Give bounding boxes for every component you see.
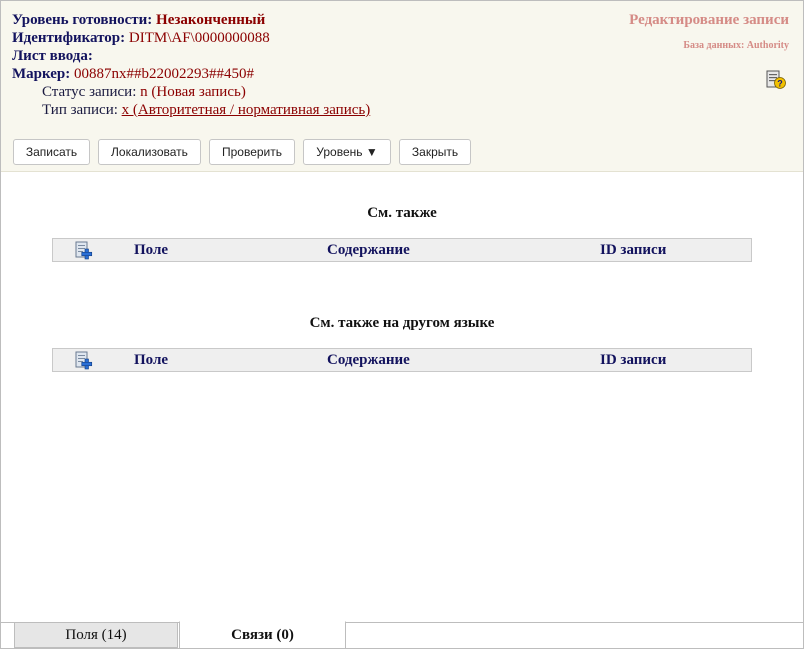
input-sheet-row: Лист ввода: xyxy=(12,47,93,65)
add-row-icon[interactable] xyxy=(75,351,95,370)
record-status-label: Статус записи: xyxy=(42,84,137,100)
record-type-label: Тип записи: xyxy=(42,102,118,118)
column-record-id: ID записи xyxy=(600,242,667,258)
marker-row: Маркер: 00887nx##b22002293##450# xyxy=(12,65,254,83)
marker-label: Маркер: xyxy=(12,66,71,82)
bottom-tabs: Поля (14) Связи (0) xyxy=(1,621,803,648)
readiness-row: Уровень готовности: Незаконченный xyxy=(12,11,265,29)
check-button[interactable]: Проверить xyxy=(209,139,295,165)
page-title: Редактирование записи xyxy=(629,12,789,28)
column-content: Содержание xyxy=(327,352,410,368)
identifier-value: DITM\AF\0000000088 xyxy=(128,30,270,46)
record-header: Уровень готовности: Незаконченный Иденти… xyxy=(1,1,803,172)
editor-window: Уровень готовности: Незаконченный Иденти… xyxy=(0,0,804,649)
input-sheet-label: Лист ввода: xyxy=(12,48,93,64)
record-status-row: Статус записи: n (Новая запись) xyxy=(42,83,246,101)
record-type-row: Тип записи: x (Авторитетная / нормативна… xyxy=(42,101,370,119)
identifier-row: Идентификатор: DITM\AF\0000000088 xyxy=(12,29,270,47)
localize-button[interactable]: Локализовать xyxy=(98,139,201,165)
column-field: Поле xyxy=(134,352,169,368)
database-label: База данных: Authority xyxy=(683,40,789,51)
save-button[interactable]: Записать xyxy=(13,139,90,165)
see-also-other-language-title: См. также на другом языке xyxy=(309,315,495,331)
svg-text:?: ? xyxy=(777,79,783,89)
record-status-value: n (Новая запись) xyxy=(140,84,246,100)
record-type-link[interactable]: x (Авторитетная / нормативная запись) xyxy=(122,102,371,118)
help-book-icon[interactable]: ? xyxy=(766,69,786,91)
identifier-label: Идентификатор: xyxy=(12,30,126,46)
tab-links[interactable]: Связи (0) xyxy=(179,621,346,648)
readiness-label: Уровень готовности: xyxy=(12,12,153,28)
level-dropdown-button[interactable]: Уровень ▼ xyxy=(303,139,391,165)
column-content: Содержание xyxy=(327,242,410,258)
column-record-id: ID записи xyxy=(600,352,667,368)
marker-value: 00887nx##b22002293##450# xyxy=(74,66,255,82)
close-button[interactable]: Закрыть xyxy=(399,139,471,165)
see-also-title: См. также xyxy=(367,205,437,221)
add-row-icon[interactable] xyxy=(75,241,95,260)
tab-fields[interactable]: Поля (14) xyxy=(14,622,178,648)
see-also-table-header: Поле Содержание ID записи xyxy=(52,238,752,262)
see-also-other-language-table-header: Поле Содержание ID записи xyxy=(52,348,752,372)
column-field: Поле xyxy=(134,242,169,258)
readiness-value: Незаконченный xyxy=(156,12,266,28)
